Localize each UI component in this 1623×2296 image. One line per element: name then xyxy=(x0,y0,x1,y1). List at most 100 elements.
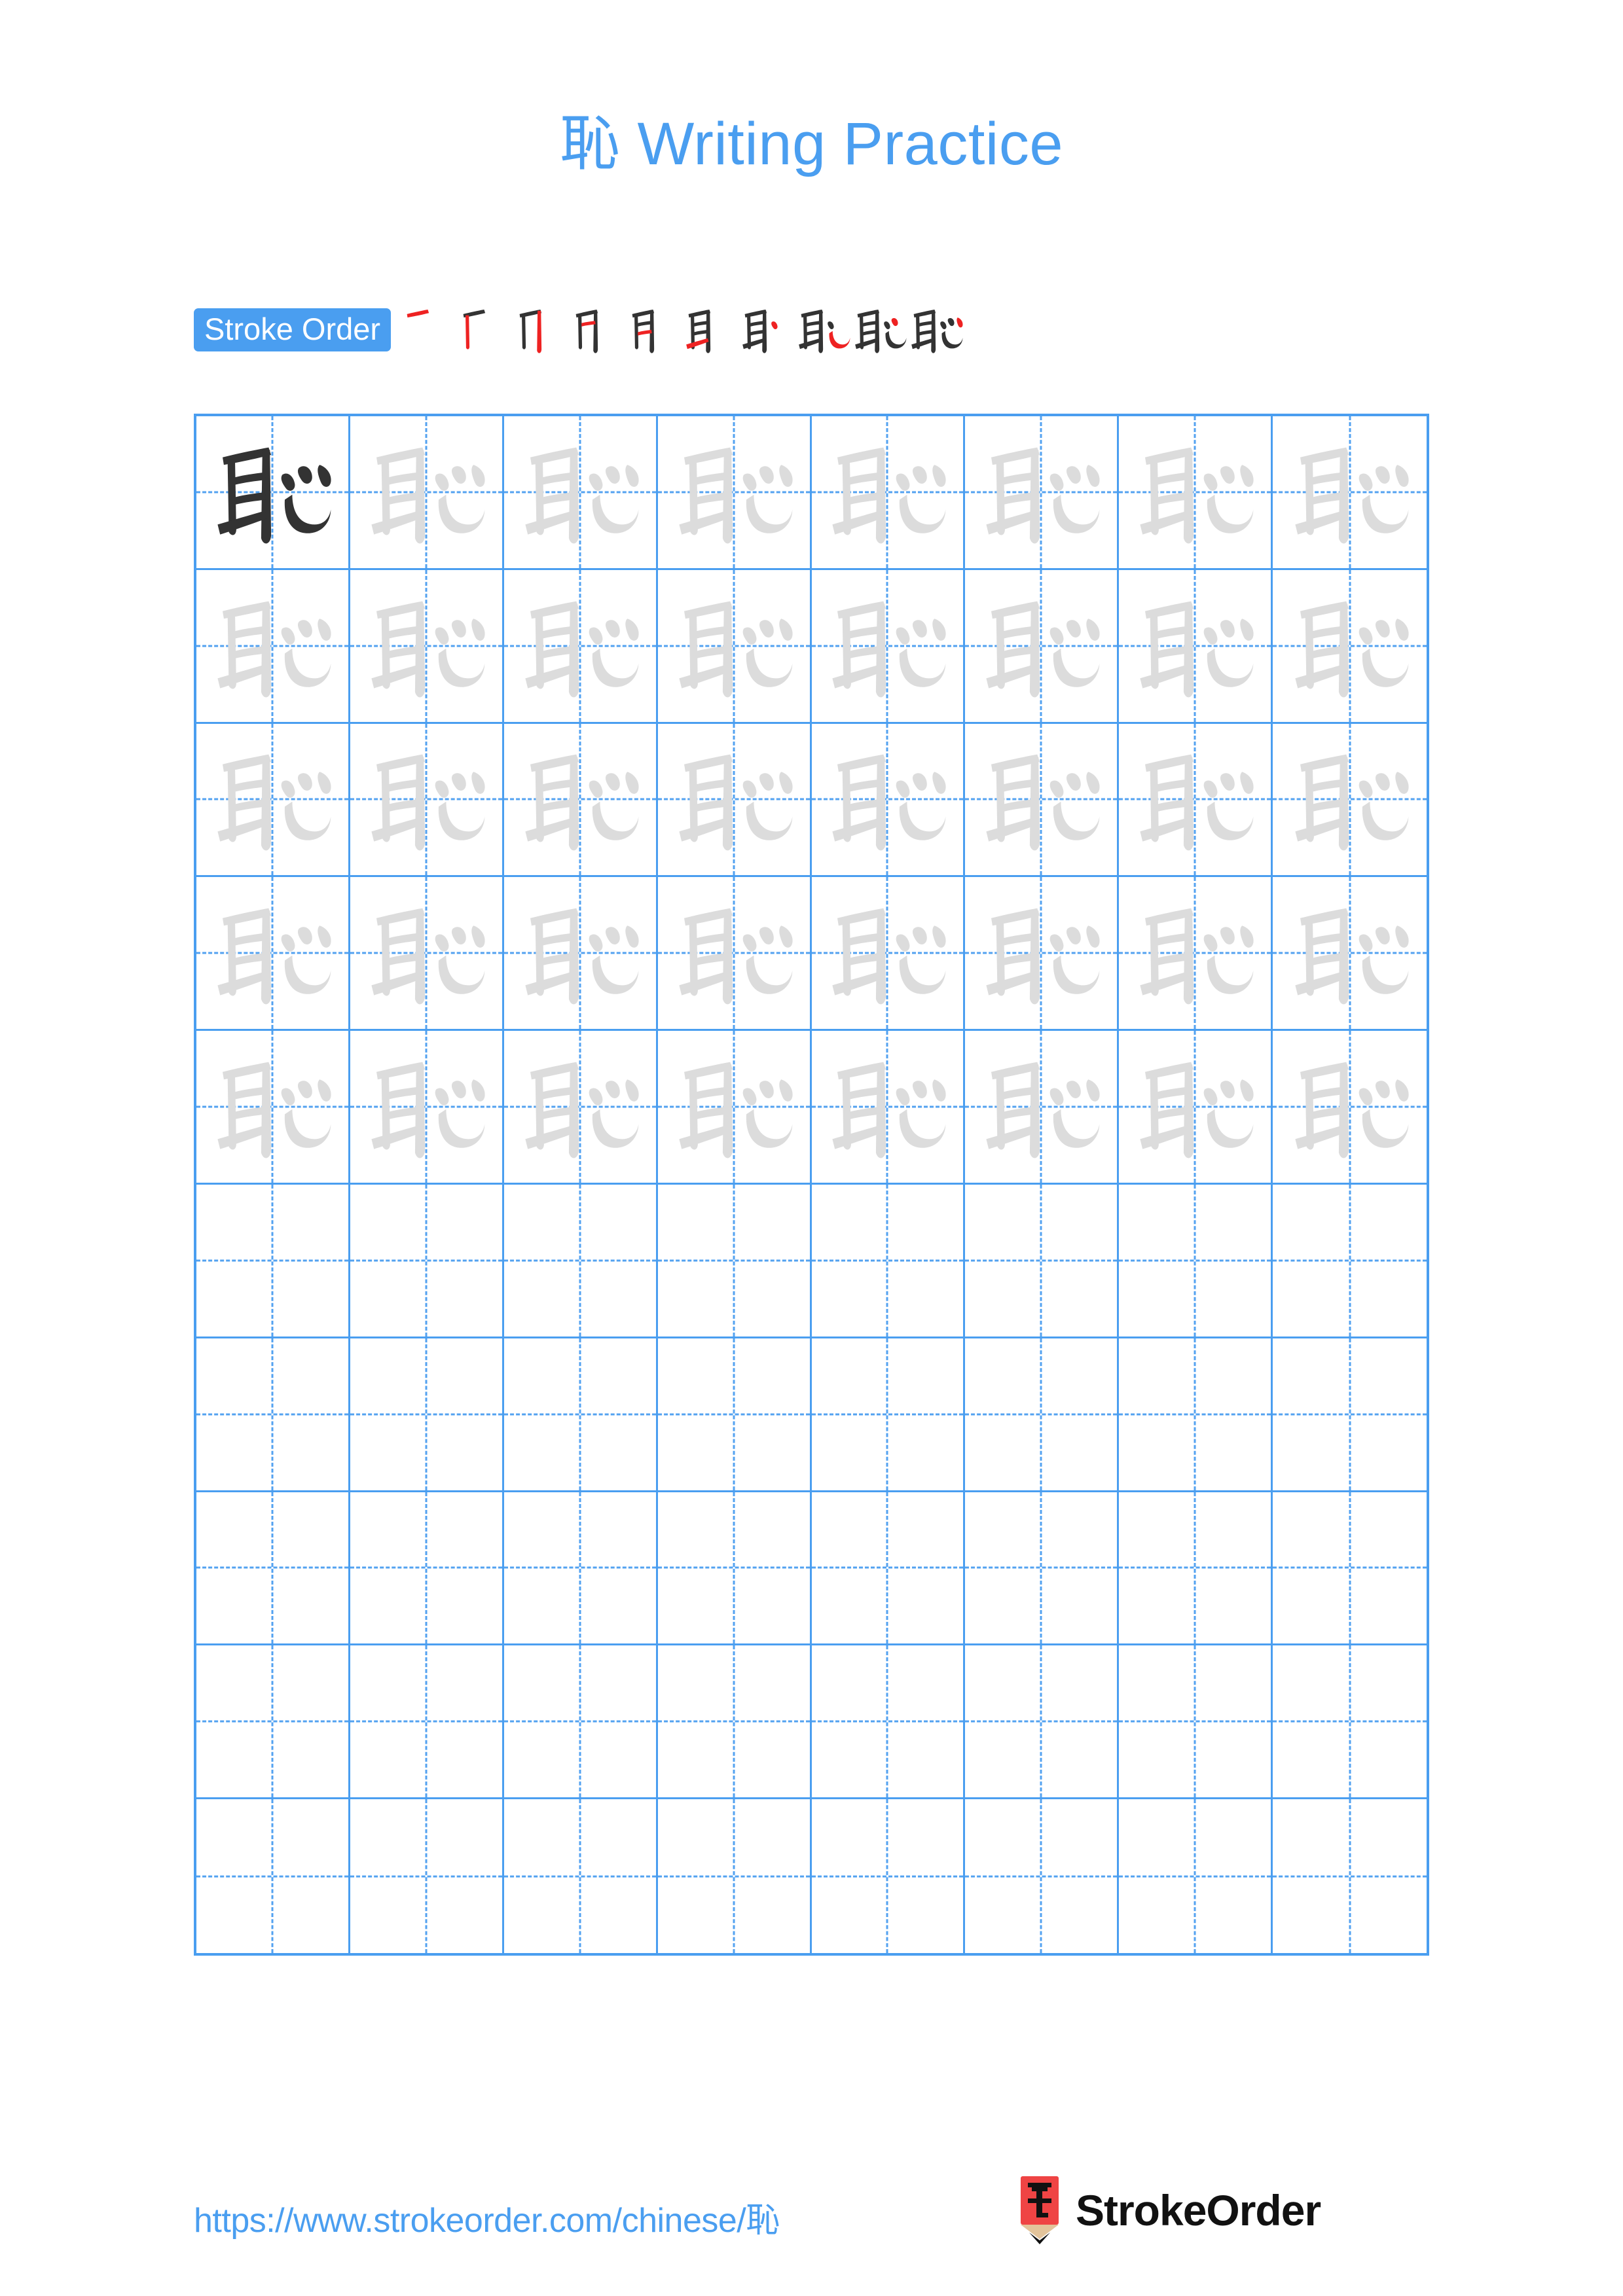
practice-cell[interactable] xyxy=(1273,1645,1427,1800)
practice-cell[interactable] xyxy=(1119,1338,1273,1492)
practice-cell[interactable] xyxy=(1119,1185,1273,1338)
practice-cell[interactable] xyxy=(1273,1492,1427,1646)
practice-cell[interactable] xyxy=(350,1031,504,1185)
stroke-step-3 xyxy=(514,300,570,360)
practice-cell[interactable] xyxy=(811,1645,966,1800)
practice-cell[interactable] xyxy=(350,569,504,724)
practice-cell[interactable] xyxy=(965,877,1120,1031)
practice-cell[interactable] xyxy=(658,1799,812,1953)
practice-cell[interactable] xyxy=(965,416,1120,570)
practice-cell[interactable] xyxy=(965,1185,1120,1338)
practice-cell[interactable] xyxy=(811,569,966,724)
practice-cell[interactable] xyxy=(503,723,658,878)
trace-character xyxy=(1273,1031,1427,1183)
practice-cell[interactable] xyxy=(1119,1492,1273,1646)
practice-cell[interactable] xyxy=(657,877,812,1031)
footer-brand[interactable]: StrokeOrder xyxy=(1018,2174,1321,2246)
practice-cell[interactable] xyxy=(965,723,1120,878)
practice-cell[interactable] xyxy=(503,1185,658,1338)
practice-cell[interactable] xyxy=(657,1185,812,1338)
practice-cell[interactable] xyxy=(1119,1645,1273,1800)
footer-url[interactable]: https://www.strokeorder.com/chinese/恥 xyxy=(194,2193,780,2242)
practice-cell[interactable] xyxy=(503,1338,658,1492)
practice-cell[interactable] xyxy=(350,723,504,878)
practice-cell[interactable] xyxy=(965,1645,1120,1800)
practice-cell[interactable] xyxy=(503,416,658,570)
practice-cell[interactable] xyxy=(350,1185,504,1338)
practice-cell[interactable] xyxy=(196,1492,350,1646)
practice-cell[interactable] xyxy=(350,416,504,570)
practice-cell[interactable] xyxy=(504,1799,658,1953)
practice-cell[interactable] xyxy=(1273,1031,1427,1185)
practice-cell[interactable] xyxy=(811,1031,966,1185)
trace-character xyxy=(1273,416,1427,568)
trace-character xyxy=(658,724,810,876)
practice-cell[interactable] xyxy=(350,1645,504,1800)
practice-cell[interactable] xyxy=(196,723,350,878)
stroke-step-5 xyxy=(627,300,683,360)
page-title: 恥 Writing Practice xyxy=(559,111,1064,177)
trace-character xyxy=(196,570,348,722)
practice-cell[interactable] xyxy=(1119,416,1273,570)
practice-cell[interactable] xyxy=(196,1645,350,1800)
practice-cell[interactable] xyxy=(196,877,350,1031)
practice-cell[interactable] xyxy=(965,1799,1120,1953)
practice-cell[interactable] xyxy=(657,723,812,878)
practice-cell[interactable] xyxy=(1273,877,1427,1031)
practice-cell[interactable] xyxy=(657,1492,812,1646)
practice-cell[interactable] xyxy=(196,1338,350,1492)
stroke-step-9 xyxy=(852,300,908,360)
practice-cell[interactable] xyxy=(503,1492,658,1646)
practice-cell[interactable] xyxy=(1273,1338,1427,1492)
practice-cell[interactable] xyxy=(811,1338,966,1492)
practice-cell[interactable] xyxy=(811,416,966,570)
stroke-step-2 xyxy=(458,300,514,360)
practice-cell[interactable] xyxy=(1119,569,1273,724)
practice-cell[interactable] xyxy=(503,1031,658,1185)
practice-cell[interactable] xyxy=(657,416,812,570)
trace-character xyxy=(812,877,964,1029)
practice-cell[interactable] xyxy=(350,877,504,1031)
practice-cell[interactable] xyxy=(1119,723,1273,878)
pencil-logo-icon xyxy=(1021,2176,1059,2244)
practice-cell[interactable] xyxy=(1273,416,1427,570)
practice-cell[interactable] xyxy=(1119,1799,1273,1953)
practice-cell[interactable] xyxy=(657,1338,812,1492)
practice-cell[interactable] xyxy=(965,1338,1120,1492)
practice-cell[interactable] xyxy=(1119,1031,1273,1185)
practice-cell[interactable] xyxy=(657,569,812,724)
stroke-order-badge: Stroke Order xyxy=(194,308,392,351)
practice-cell[interactable] xyxy=(965,1031,1120,1185)
practice-cell[interactable] xyxy=(503,1645,658,1800)
practice-cell[interactable] xyxy=(196,569,350,724)
trace-character xyxy=(1273,570,1427,722)
practice-cell[interactable] xyxy=(196,1799,350,1953)
practice-cell[interactable] xyxy=(812,1799,966,1953)
practice-cell[interactable] xyxy=(503,569,658,724)
trace-character xyxy=(504,416,656,568)
practice-cell[interactable] xyxy=(350,1799,504,1953)
practice-cell[interactable] xyxy=(811,1492,966,1646)
practice-cell[interactable] xyxy=(965,569,1120,724)
practice-cell[interactable] xyxy=(811,877,966,1031)
practice-cell[interactable] xyxy=(196,1185,350,1338)
practice-cell[interactable] xyxy=(965,1492,1120,1646)
practice-cell[interactable] xyxy=(350,1338,504,1492)
practice-cell[interactable] xyxy=(1273,1799,1427,1953)
stroke-order-section: Stroke Order xyxy=(194,300,964,360)
practice-grid xyxy=(194,414,1429,1956)
practice-cell[interactable] xyxy=(196,1031,350,1185)
practice-cell[interactable] xyxy=(1273,570,1427,724)
practice-cell[interactable] xyxy=(1273,724,1427,878)
trace-character xyxy=(658,1031,810,1183)
practice-cell[interactable] xyxy=(503,877,658,1031)
trace-character xyxy=(965,416,1117,568)
practice-cell[interactable] xyxy=(811,1185,966,1338)
practice-cell[interactable] xyxy=(657,1031,812,1185)
practice-cell[interactable] xyxy=(196,416,350,570)
practice-cell[interactable] xyxy=(350,1492,504,1646)
practice-cell[interactable] xyxy=(1119,877,1273,1031)
practice-cell[interactable] xyxy=(657,1645,812,1800)
practice-cell[interactable] xyxy=(1273,1185,1427,1338)
practice-cell[interactable] xyxy=(811,723,966,878)
